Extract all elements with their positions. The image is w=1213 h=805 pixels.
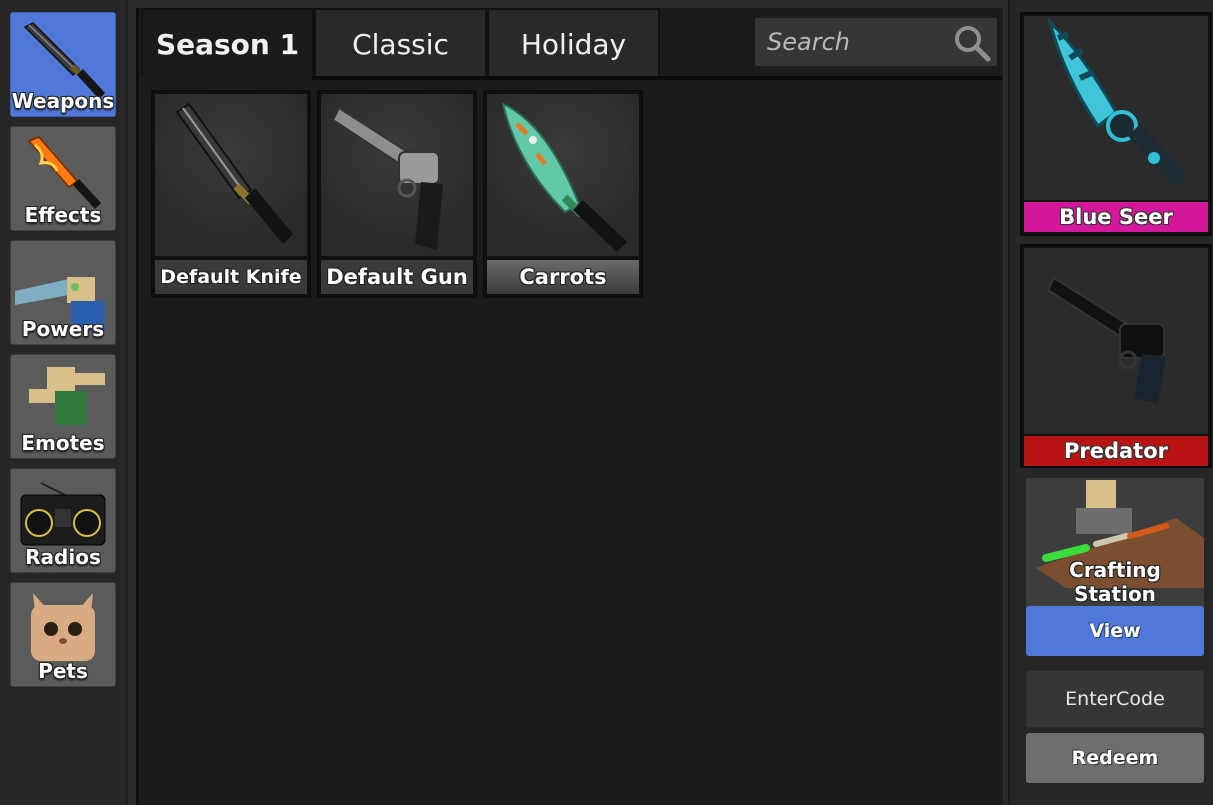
category-sidebar: Weapons Effects Powers Emotes Radios Pet… [0,0,128,805]
sidebar-item-label: Powers [21,317,105,341]
sidebar-item-label: Pets [38,659,88,683]
tab-divider [312,76,1002,80]
blue-seer-knife-icon [1047,17,1188,188]
code-input[interactable] [1026,670,1204,728]
search-box [755,18,997,66]
sidebar-item-label: Emotes [21,431,105,455]
item-thumbnail [1024,248,1208,434]
sidebar-item-label: Effects [24,203,102,227]
equipped-panel: Blue Seer Predator Crafting Station View… [1008,0,1213,805]
sidebar-item-label: Weapons [11,89,115,113]
item-thumbnail [1024,16,1208,200]
crafting-station-label: Crafting Station [1069,558,1161,606]
search-input[interactable] [755,18,945,66]
crafting-station-card[interactable]: Crafting Station [1026,478,1204,608]
search-icon[interactable] [953,24,991,62]
rarity-label: Predator [1024,436,1208,466]
sidebar-item-weapons[interactable]: Weapons [10,12,116,117]
revolver-icon [331,106,443,250]
tab-label: Season 1 [155,27,300,61]
tab-classic[interactable]: Classic [314,8,487,78]
sidebar-item-label: Radios [25,545,101,569]
item-thumbnail [487,94,639,256]
item-thumbnail [321,94,473,256]
knife-icon [175,102,293,244]
tab-bar: Season 1 Classic Holiday [139,8,1003,80]
redeem-button[interactable]: Redeem [1026,733,1204,783]
tab-label: Classic [352,27,449,61]
equipped-knife-slot[interactable]: Blue Seer [1020,12,1212,236]
inventory-item-default-gun[interactable]: Default Gun [317,90,477,298]
inventory-item-carrots[interactable]: Carrots [483,90,643,298]
inventory-panel: Season 1 Classic Holiday Default K [136,8,1003,805]
view-crafting-button[interactable]: View [1026,606,1204,656]
item-thumbnail [155,94,307,256]
rarity-label: Blue Seer [1024,202,1208,232]
predator-gun-icon [1046,276,1166,404]
tab-label: Holiday [520,27,627,61]
item-name: Carrots [487,260,639,294]
sidebar-item-emotes[interactable]: Emotes [10,354,116,459]
carrot-knife-icon [501,102,627,252]
equipped-gun-slot[interactable]: Predator [1020,244,1212,468]
tab-season-1[interactable]: Season 1 [141,8,314,78]
sidebar-item-radios[interactable]: Radios [10,468,116,573]
sidebar-item-powers[interactable]: Powers [10,240,116,345]
item-name: Default Knife [155,260,307,294]
sidebar-item-effects[interactable]: Effects [10,126,116,231]
sidebar-item-pets[interactable]: Pets [10,582,116,687]
tab-holiday[interactable]: Holiday [487,8,660,78]
item-name: Default Gun [321,260,473,294]
inventory-item-default-knife[interactable]: Default Knife [151,90,311,298]
